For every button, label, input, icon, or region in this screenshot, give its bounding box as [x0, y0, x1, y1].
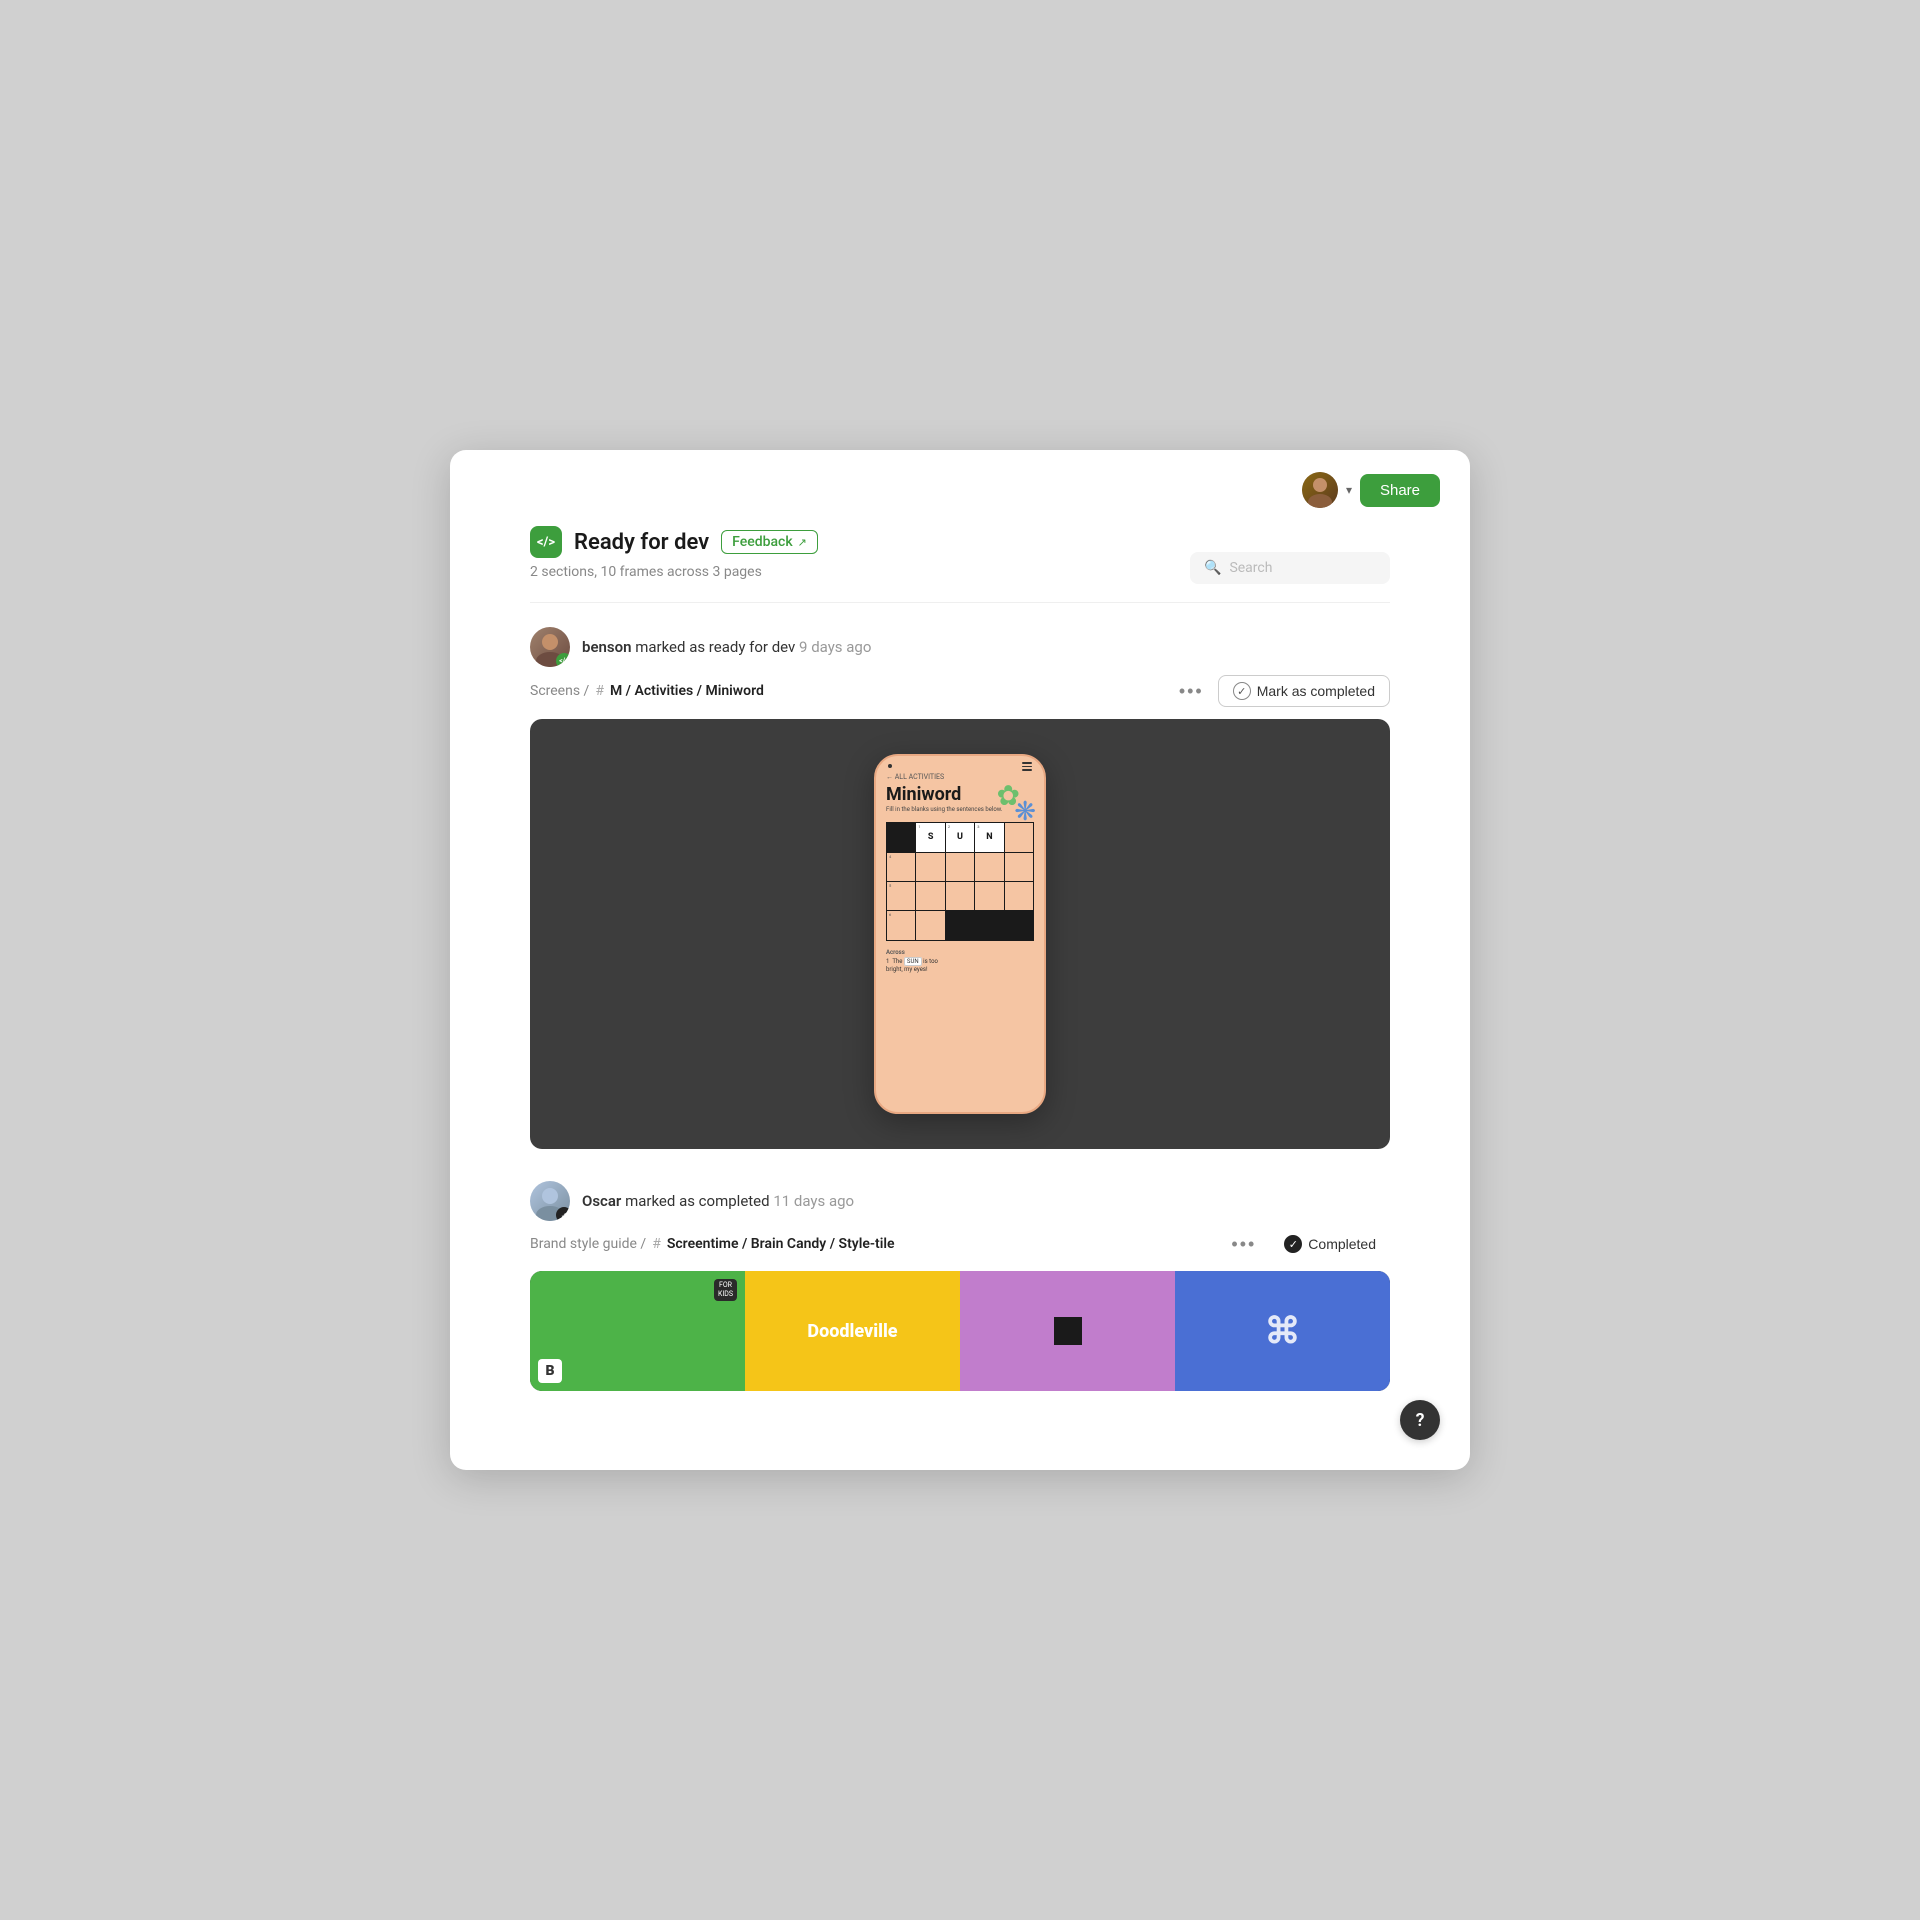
cell-r1c1: [887, 823, 915, 851]
phone-title-area: Miniword Fill in the blanks using the se…: [876, 783, 1044, 819]
cell-r3c1: 5: [887, 882, 915, 910]
oscar-avatar: ✓: [530, 1181, 570, 1221]
cell-r3c3: [946, 882, 974, 910]
benson-avatar: </>: [530, 627, 570, 667]
hash-icon: #: [595, 683, 604, 699]
ready-for-dev-badge: </>: [556, 653, 570, 667]
feed-item-2-action-text: marked as completed: [625, 1192, 770, 1210]
feed-item-1: </> benson marked as ready for dev 9 day…: [530, 627, 1390, 1149]
brand-tile-green: B FORKIDS: [530, 1271, 745, 1391]
phone-across-label: Across: [876, 945, 1044, 958]
feed-item-2-meta: Oscar marked as completed 11 days ago: [582, 1192, 854, 1210]
brand-tiles: B FORKIDS Doodleville ⌘: [530, 1271, 1390, 1391]
check-filled-icon: ✓: [1284, 1235, 1302, 1253]
chevron-down-icon[interactable]: ▾: [1346, 483, 1352, 497]
cell-r1c3: 2 U: [946, 823, 974, 851]
feed-item-1-time: 9 days ago: [799, 638, 871, 656]
phone-menu-icon: [1022, 762, 1032, 771]
cell-r4c4: [975, 911, 1003, 939]
hash-icon-2: #: [652, 1236, 661, 1252]
share-button[interactable]: Share: [1360, 474, 1440, 507]
phone-status-bar: [876, 756, 1044, 773]
help-button[interactable]: ?: [1400, 1400, 1440, 1440]
avatar-image: [1302, 472, 1338, 508]
phone-clue: 1 The SUN is toobright, my eyes!: [876, 958, 1044, 975]
miniword-preview[interactable]: ← ALL ACTIVITIES Miniword Fill in the bl…: [530, 719, 1390, 1149]
cell-r2c1: 4: [887, 853, 915, 881]
menu-line-1: [1022, 762, 1032, 764]
search-box[interactable]: 🔍 Search: [1190, 552, 1390, 584]
breadcrumb-prefix: Screens /: [530, 683, 589, 699]
cell-r1c5: [1005, 823, 1033, 851]
feed-item-1-breadcrumb: Screens / # M / Activities / Miniword: [530, 683, 764, 699]
phone-mockup: ← ALL ACTIVITIES Miniword Fill in the bl…: [874, 754, 1046, 1114]
clue-num: 1 The: [886, 958, 904, 965]
app-window: ▾ Share </> Ready for dev Feedback ↗ 2 s…: [450, 450, 1470, 1470]
more-options-button-1[interactable]: •••: [1179, 681, 1204, 702]
search-icon: 🔍: [1204, 560, 1221, 576]
page-title: Ready for dev: [574, 530, 709, 555]
doodleville-text: Doodleville: [807, 1321, 897, 1342]
cell-r1c4: 3 N: [975, 823, 1003, 851]
feed-item-1-actions: ••• ✓ Mark as completed: [1179, 675, 1390, 707]
cell-r4c2: [916, 911, 944, 939]
feed-section: </> benson marked as ready for dev 9 day…: [450, 603, 1470, 1391]
breadcrumb-prefix-2: Brand style guide /: [530, 1236, 646, 1252]
feed-item-2-breadcrumb: Brand style guide / # Screentime / Brain…: [530, 1236, 895, 1252]
feed-item-2-user: Oscar: [582, 1192, 621, 1210]
feed-item-2: ✓ Oscar marked as completed 11 days ago …: [530, 1181, 1390, 1391]
header: ▾ Share: [450, 450, 1470, 518]
phone-camera-dot: [888, 764, 892, 768]
feed-item-1-user: benson: [582, 638, 631, 656]
clue-sun-highlight: SUN: [904, 957, 922, 966]
brand-preview[interactable]: B FORKIDS Doodleville ⌘: [530, 1271, 1390, 1391]
cell-r3c5: [1005, 882, 1033, 910]
more-options-button-2[interactable]: •••: [1231, 1234, 1256, 1255]
external-link-icon: ↗: [798, 536, 807, 549]
purple-dot: [1054, 1317, 1082, 1345]
brand-tile-yellow: Doodleville: [745, 1271, 960, 1391]
feed-item-2-time: 11 days ago: [773, 1192, 854, 1210]
cell-r2c4: [975, 853, 1003, 881]
cell-r2c5: [1005, 853, 1033, 881]
cell-r2c2: [916, 853, 944, 881]
feed-item-1-breadcrumb-row: Screens / # M / Activities / Miniword ••…: [530, 675, 1390, 707]
breadcrumb-bold-2: Screentime / Brain Candy / Style-tile: [667, 1236, 895, 1252]
completed-badge: ✓: [556, 1207, 570, 1221]
cell-r4c1: 6: [887, 911, 915, 939]
completed-button[interactable]: ✓ Completed: [1270, 1229, 1390, 1259]
ready-for-dev-icon: </>: [530, 526, 562, 558]
cell-r1c2: 1 S: [916, 823, 944, 851]
cell-r4c5: [1005, 911, 1033, 939]
cell-r4c3: [946, 911, 974, 939]
cell-r3c4: [975, 882, 1003, 910]
search-placeholder: Search: [1229, 560, 1272, 576]
cell-r2c3: [946, 853, 974, 881]
header-right: ▾ Share: [1302, 472, 1440, 508]
feed-item-1-header: </> benson marked as ready for dev 9 day…: [530, 627, 1390, 667]
feed-item-2-header: ✓ Oscar marked as completed 11 days ago: [530, 1181, 1390, 1221]
feed-item-2-actions: ••• ✓ Completed: [1231, 1229, 1390, 1259]
mark-as-completed-button[interactable]: ✓ Mark as completed: [1218, 675, 1390, 707]
completed-label: Completed: [1308, 1236, 1376, 1252]
for-kids-badge: FORKIDS: [714, 1279, 737, 1301]
menu-line-2: [1022, 766, 1032, 768]
feed-item-2-breadcrumb-row: Brand style guide / # Screentime / Brain…: [530, 1229, 1390, 1259]
check-circle-icon: ✓: [1233, 682, 1251, 700]
b-logo: B: [538, 1359, 562, 1383]
menu-line-3: [1022, 769, 1032, 771]
cell-r3c2: [916, 882, 944, 910]
feed-item-1-action-text: marked as ready for dev: [635, 638, 795, 656]
feed-item-1-meta: benson marked as ready for dev 9 days ag…: [582, 638, 871, 656]
crossword-grid: 1 S 2 U 3 N 4: [886, 822, 1034, 941]
mark-complete-label: Mark as completed: [1257, 683, 1375, 699]
avatar[interactable]: [1302, 472, 1338, 508]
brand-tile-blue: ⌘: [1175, 1271, 1390, 1391]
brand-tile-purple: [960, 1271, 1175, 1391]
breadcrumb-bold: M / Activities / Miniword: [610, 683, 764, 699]
feedback-badge[interactable]: Feedback ↗: [721, 530, 818, 554]
feedback-label: Feedback: [732, 534, 792, 550]
flower-blue-icon: ❋: [1014, 797, 1036, 827]
brand-icon: ⌘: [1265, 1310, 1301, 1352]
